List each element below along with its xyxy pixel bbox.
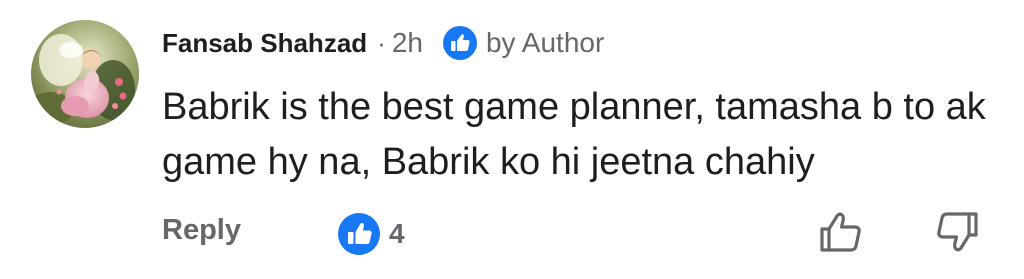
dislike-button[interactable] xyxy=(934,208,980,256)
thumbs-down-outline-icon xyxy=(937,212,978,252)
reaction-count: 4 xyxy=(389,218,405,249)
reply-button[interactable]: Reply xyxy=(162,214,241,247)
thumbs-up-badge-icon xyxy=(442,26,477,60)
avatar-fairy-illustration xyxy=(31,20,139,128)
reaction-summary[interactable]: 4 xyxy=(337,212,405,256)
thumbs-up-outline-icon xyxy=(820,212,861,252)
thumbs-up-reaction-icon xyxy=(338,213,380,255)
comment-actions: Reply 4 xyxy=(0,208,1024,256)
separator-dot: · xyxy=(377,27,386,58)
avatar[interactable] xyxy=(31,20,139,128)
author-badge-label: by Author xyxy=(485,27,605,58)
comment-text: Babrik is the best game planner, tamasha… xyxy=(162,86,986,183)
like-button[interactable] xyxy=(818,208,864,256)
author-badge: by Author xyxy=(442,26,605,60)
comment-header: Fansab Shahzad · 2h by Author xyxy=(162,23,604,63)
author-name[interactable]: Fansab Shahzad xyxy=(162,28,367,59)
timestamp[interactable]: 2h xyxy=(392,27,423,59)
